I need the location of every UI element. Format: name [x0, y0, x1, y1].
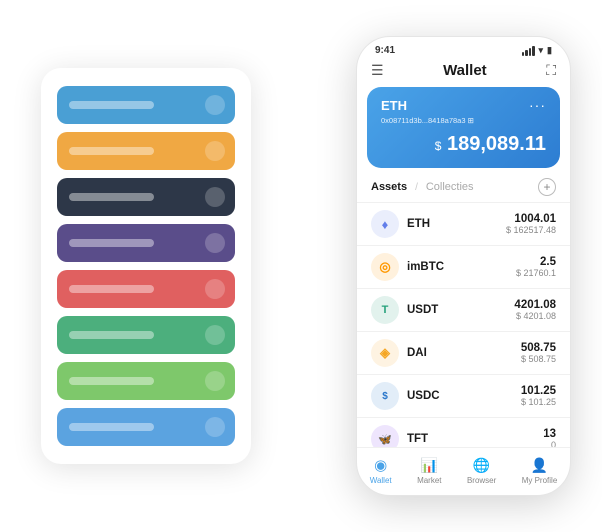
asset-usd: $ 508.75 — [521, 354, 556, 364]
eth-balance-value: 189,089.11 — [441, 133, 546, 155]
eth-label: ETH — [381, 98, 407, 113]
eth-balance: $ 189,089.11 — [381, 133, 546, 156]
eth-card[interactable]: ETH ··· 0x08711d3b...8418a78a3 ⊞ $ 189,0… — [367, 87, 560, 168]
eth-coin-icon: ♦ — [371, 210, 399, 238]
asset-amount: 2.5 — [516, 256, 556, 268]
market-nav-label: Market — [417, 476, 441, 485]
usdc-coin-icon: $ — [371, 382, 399, 410]
table-row[interactable]: T USDT 4201.08 $ 4201.08 — [357, 288, 570, 331]
status-bar: 9:41 ▾ ▮ — [357, 37, 570, 60]
eth-address: 0x08711d3b...8418a78a3 ⊞ — [381, 116, 546, 125]
wallet-nav-icon: ◉ — [374, 456, 387, 474]
asset-amounts: 13 0 — [543, 428, 556, 447]
asset-name: TFT — [407, 433, 543, 445]
bottom-nav: ◉ Wallet 📊 Market 🌐 Browser 👤 My Profile — [357, 447, 570, 495]
page-title: Wallet — [443, 62, 487, 79]
add-asset-button[interactable]: + — [538, 178, 556, 196]
top-nav: ☰ Wallet ⛶ — [357, 60, 570, 87]
tab-collecties[interactable]: Collecties — [426, 181, 474, 193]
card-panel — [41, 68, 251, 464]
asset-amount: 4201.08 — [514, 299, 556, 311]
asset-usd: $ 101.25 — [521, 397, 556, 407]
assets-header: Assets / Collecties + — [357, 178, 570, 202]
menu-icon[interactable]: ☰ — [371, 62, 384, 79]
nav-profile[interactable]: 👤 My Profile — [522, 457, 558, 485]
list-item[interactable] — [57, 224, 235, 262]
list-item[interactable] — [57, 408, 235, 446]
asset-list: ♦ ETH 1004.01 $ 162517.48 ◎ imBTC 2.5 $ … — [357, 202, 570, 447]
asset-amount: 101.25 — [521, 385, 556, 397]
nav-market[interactable]: 📊 Market — [417, 457, 441, 485]
status-icons: ▾ ▮ — [522, 45, 552, 56]
tab-assets[interactable]: Assets — [371, 181, 407, 193]
asset-usd: $ 4201.08 — [514, 311, 556, 321]
asset-name: ETH — [407, 218, 506, 230]
nav-browser[interactable]: 🌐 Browser — [467, 457, 496, 485]
asset-amount: 13 — [543, 428, 556, 440]
nav-wallet[interactable]: ◉ Wallet — [370, 456, 392, 485]
eth-menu-icon[interactable]: ··· — [529, 97, 546, 113]
list-item[interactable] — [57, 270, 235, 308]
asset-name: USDC — [407, 390, 521, 402]
asset-amounts: 508.75 $ 508.75 — [521, 342, 556, 364]
asset-name: USDT — [407, 304, 514, 316]
list-item[interactable] — [57, 316, 235, 354]
phone-frame: 9:41 ▾ ▮ ☰ Wallet ⛶ ETH ··· — [356, 36, 571, 496]
assets-tabs: Assets / Collecties — [371, 181, 474, 193]
dai-coin-icon: ◈ — [371, 339, 399, 367]
status-time: 9:41 — [375, 45, 395, 56]
wifi-icon: ▾ — [539, 45, 544, 56]
market-nav-icon: 📊 — [421, 457, 438, 474]
asset-name: DAI — [407, 347, 521, 359]
asset-name: imBTC — [407, 261, 516, 273]
scene: 9:41 ▾ ▮ ☰ Wallet ⛶ ETH ··· — [21, 16, 581, 516]
browser-nav-label: Browser — [467, 476, 496, 485]
signal-icon — [522, 46, 535, 56]
list-item[interactable] — [57, 178, 235, 216]
asset-amount: 1004.01 — [506, 213, 556, 225]
asset-amounts: 101.25 $ 101.25 — [521, 385, 556, 407]
table-row[interactable]: ◎ imBTC 2.5 $ 21760.1 — [357, 245, 570, 288]
tft-coin-icon: 🦋 — [371, 425, 399, 447]
table-row[interactable]: 🦋 TFT 13 0 — [357, 417, 570, 447]
asset-usd: $ 162517.48 — [506, 225, 556, 235]
asset-amounts: 4201.08 $ 4201.08 — [514, 299, 556, 321]
table-row[interactable]: ◈ DAI 508.75 $ 508.75 — [357, 331, 570, 374]
table-row[interactable]: ♦ ETH 1004.01 $ 162517.48 — [357, 202, 570, 245]
profile-nav-icon: 👤 — [531, 457, 548, 474]
asset-usd: $ 21760.1 — [516, 268, 556, 278]
asset-amounts: 2.5 $ 21760.1 — [516, 256, 556, 278]
asset-usd: 0 — [543, 440, 556, 447]
list-item[interactable] — [57, 86, 235, 124]
asset-amounts: 1004.01 $ 162517.48 — [506, 213, 556, 235]
expand-icon[interactable]: ⛶ — [546, 62, 556, 79]
table-row[interactable]: $ USDC 101.25 $ 101.25 — [357, 374, 570, 417]
list-item[interactable] — [57, 362, 235, 400]
imbtc-coin-icon: ◎ — [371, 253, 399, 281]
wallet-nav-label: Wallet — [370, 476, 392, 485]
tab-divider: / — [415, 182, 418, 193]
eth-card-header: ETH ··· — [381, 97, 546, 113]
usdt-coin-icon: T — [371, 296, 399, 324]
profile-nav-label: My Profile — [522, 476, 558, 485]
battery-icon: ▮ — [547, 45, 552, 56]
asset-amount: 508.75 — [521, 342, 556, 354]
browser-nav-icon: 🌐 — [473, 457, 490, 474]
list-item[interactable] — [57, 132, 235, 170]
